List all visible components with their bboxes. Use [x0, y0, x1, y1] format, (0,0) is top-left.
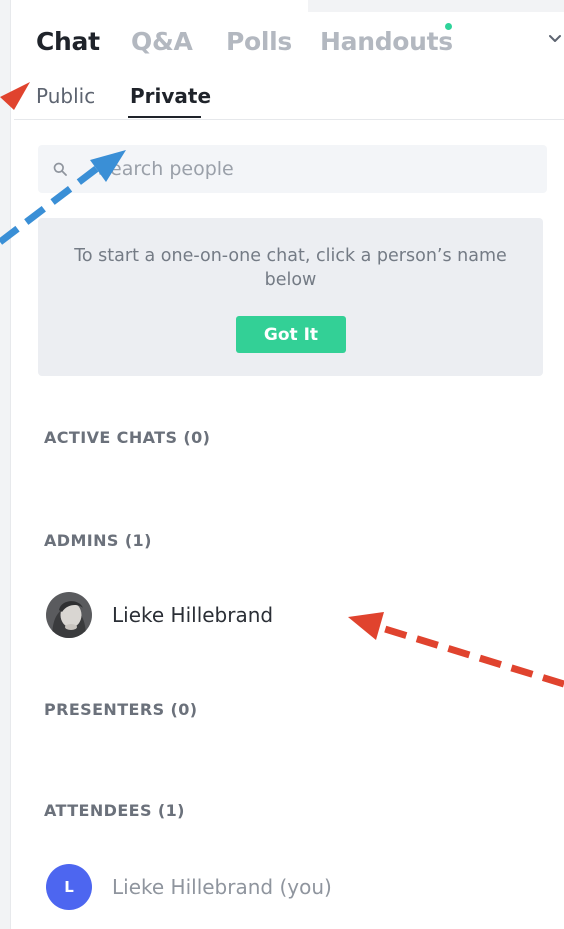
presenters-heading: PRESENTERS (0)	[44, 700, 198, 719]
one-on-one-chat-tip: To start a one-on-one chat, click a pers…	[38, 218, 543, 376]
tab-handouts[interactable]: Handouts	[320, 22, 453, 62]
tip-message: To start a one-on-one chat, click a pers…	[74, 246, 507, 290]
search-icon	[53, 162, 67, 176]
avatar-photo	[46, 592, 92, 638]
left-border	[0, 0, 11, 929]
annotation-arrows-overlay	[0, 82, 564, 688]
chevron-down-icon[interactable]	[549, 34, 561, 44]
person-name[interactable]: Lieke Hillebrand (you)	[112, 873, 332, 901]
chat-panel: Chat Q&A Polls Handouts Public Private T…	[0, 0, 564, 929]
tab-qa[interactable]: Q&A	[131, 22, 193, 62]
subtab-private[interactable]: Private	[130, 82, 211, 110]
active-subtab-indicator	[128, 116, 201, 118]
attendee-person-row[interactable]: L Lieke Hillebrand (you)	[44, 862, 524, 912]
avatar	[46, 592, 92, 638]
person-name[interactable]: Lieke Hillebrand	[112, 601, 273, 629]
active-chats-heading: ACTIVE CHATS (0)	[44, 428, 211, 447]
search-box[interactable]	[38, 145, 547, 193]
tab-chat[interactable]: Chat	[36, 22, 100, 62]
admin-person-row[interactable]: Lieke Hillebrand	[44, 590, 524, 640]
admins-heading: ADMINS (1)	[44, 531, 152, 550]
top-bar-strip	[308, 0, 564, 12]
subtab-public[interactable]: Public	[36, 82, 95, 110]
avatar: L	[46, 864, 92, 910]
search-people-input[interactable]	[98, 145, 538, 193]
attendees-heading: ATTENDEES (1)	[44, 801, 185, 820]
handouts-notification-dot	[445, 23, 452, 30]
tabs-divider	[14, 119, 564, 120]
got-it-button[interactable]: Got It	[236, 316, 346, 353]
tab-polls[interactable]: Polls	[226, 22, 292, 62]
